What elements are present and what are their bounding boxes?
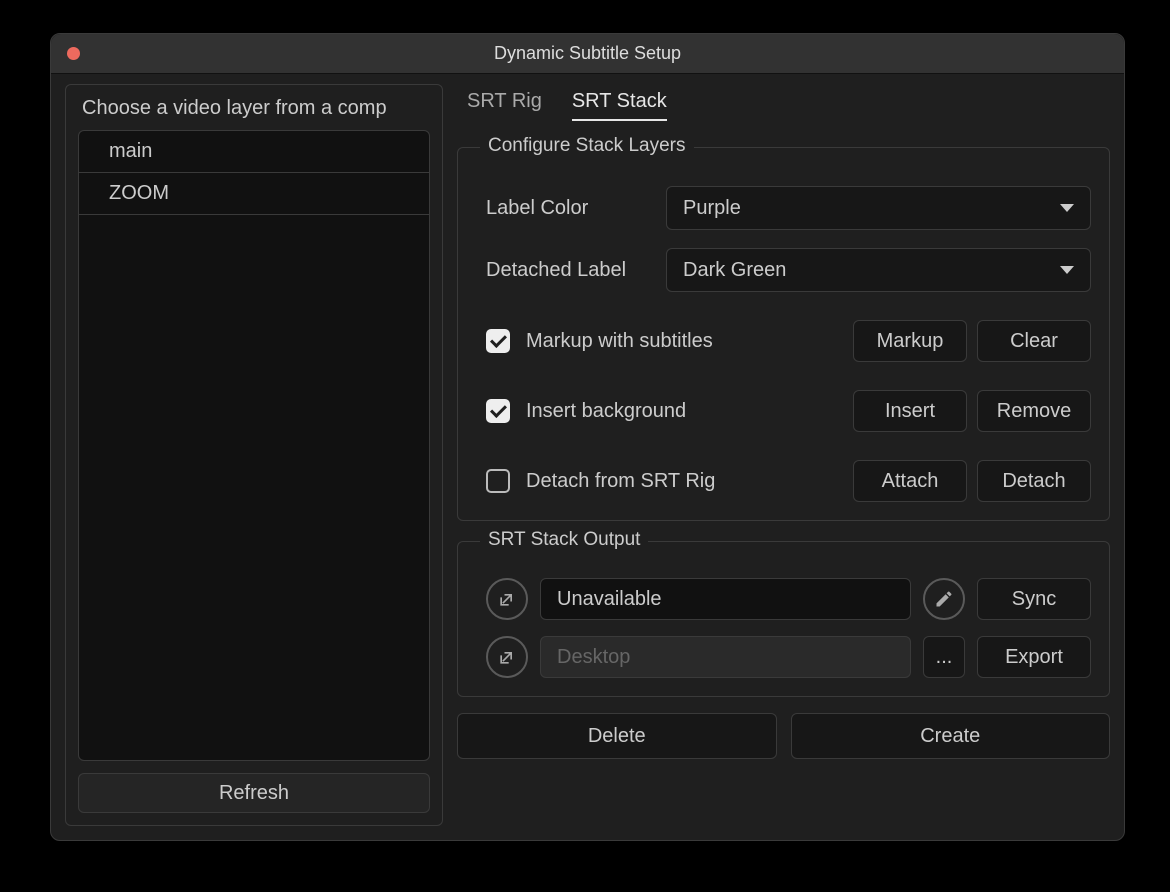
tab-srt-stack[interactable]: SRT Stack	[572, 84, 667, 121]
left-panel: Choose a video layer from a comp main ZO…	[65, 84, 443, 826]
content: Choose a video layer from a comp main ZO…	[51, 74, 1124, 840]
window: Dynamic Subtitle Setup Choose a video la…	[50, 33, 1125, 841]
clear-button[interactable]: Clear	[977, 320, 1091, 362]
detached-label-select[interactable]: Dark Green	[666, 248, 1091, 292]
chevron-down-icon	[1060, 204, 1074, 212]
detach-checkbox[interactable]	[486, 469, 510, 493]
window-title: Dynamic Subtitle Setup	[51, 43, 1124, 64]
insert-bg-checkbox[interactable]	[486, 399, 510, 423]
label-color-select[interactable]: Purple	[666, 186, 1091, 230]
titlebar: Dynamic Subtitle Setup	[51, 34, 1124, 74]
chevron-down-icon	[1060, 266, 1074, 274]
label-color-value: Purple	[683, 197, 741, 220]
layer-list: main ZOOM	[78, 130, 430, 761]
list-item[interactable]: main	[79, 131, 429, 173]
right-panel: SRT Rig SRT Stack Configure Stack Layers…	[457, 84, 1110, 826]
sync-button[interactable]: Sync	[977, 578, 1091, 620]
browse-button[interactable]: ...	[923, 636, 965, 678]
detach-label: Detach from SRT Rig	[526, 470, 715, 493]
left-panel-title: Choose a video layer from a comp	[82, 97, 430, 120]
tab-srt-rig[interactable]: SRT Rig	[467, 84, 542, 121]
remove-button[interactable]: Remove	[977, 390, 1091, 432]
reveal-icon[interactable]	[486, 636, 528, 678]
edit-icon[interactable]	[923, 578, 965, 620]
insert-bg-label: Insert background	[526, 400, 686, 423]
tabs: SRT Rig SRT Stack	[457, 84, 1110, 121]
list-item[interactable]: ZOOM	[79, 173, 429, 215]
close-icon[interactable]	[67, 47, 80, 60]
create-button[interactable]: Create	[791, 713, 1111, 759]
insert-button[interactable]: Insert	[853, 390, 967, 432]
output-group-title: SRT Stack Output	[480, 529, 648, 551]
output-group: SRT Stack Output Unavailable	[457, 541, 1110, 697]
detach-button[interactable]: Detach	[977, 460, 1091, 502]
markup-button[interactable]: Markup	[853, 320, 967, 362]
detached-label-label: Detached Label	[486, 259, 666, 282]
refresh-button[interactable]: Refresh	[78, 773, 430, 813]
output-path-1: Unavailable	[540, 578, 911, 620]
output-path-2: Desktop	[540, 636, 911, 678]
export-button[interactable]: Export	[977, 636, 1091, 678]
markup-label: Markup with subtitles	[526, 330, 713, 353]
configure-group-title: Configure Stack Layers	[480, 135, 694, 157]
delete-button[interactable]: Delete	[457, 713, 777, 759]
markup-checkbox[interactable]	[486, 329, 510, 353]
configure-group: Configure Stack Layers Label Color Purpl…	[457, 147, 1110, 521]
reveal-icon[interactable]	[486, 578, 528, 620]
attach-button[interactable]: Attach	[853, 460, 967, 502]
label-color-label: Label Color	[486, 197, 666, 220]
detached-label-value: Dark Green	[683, 259, 786, 282]
